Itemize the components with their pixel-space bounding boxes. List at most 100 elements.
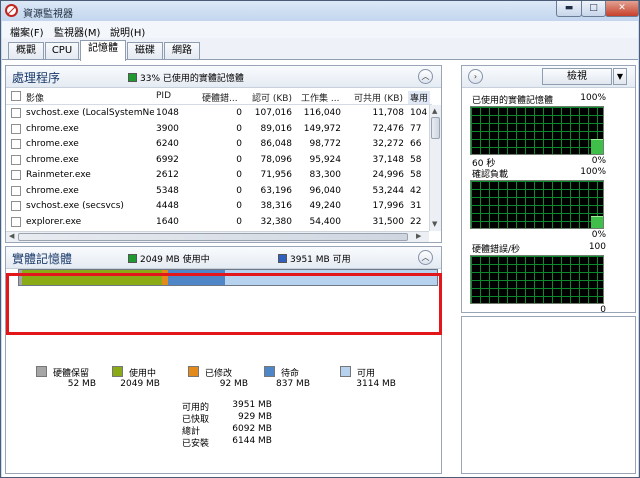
cell-image: explorer.exe (26, 216, 82, 227)
processes-panel: 處理程序 33% 已使用的實體記憶體 ︿ 影像 PID 硬體錯... 認可 (K… (5, 65, 442, 243)
cell-hard-faults: 0 (236, 185, 242, 196)
col-shareable[interactable]: 可共用 (KB) (354, 91, 403, 104)
cell-pid: 1048 (156, 108, 179, 118)
cell-hard-faults: 0 (236, 201, 242, 211)
cell-hard-faults: 0 (236, 123, 242, 134)
row-checkbox[interactable] (11, 185, 21, 196)
cell-shareable: 17,996 (372, 201, 405, 211)
legend-swatch (112, 366, 123, 377)
physical-memory-collapse-button[interactable]: ︿ (418, 250, 433, 265)
graphs-header: › 檢視 ▼ (462, 66, 635, 88)
cell-commit: 78,096 (260, 154, 293, 165)
table-row[interactable]: chrome.exe 6992 0 78,096 95,924 37,148 58 (6, 153, 432, 168)
table-row[interactable]: chrome.exe 5348 0 63,196 96,040 53,244 42 (6, 184, 432, 199)
processes-header[interactable]: 處理程序 33% 已使用的實體記憶體 ︿ (6, 66, 441, 88)
table-row[interactable]: svchost.exe (LocalSystemNe... 1048 0 107,01… (6, 106, 432, 121)
cell-working-set: 49,240 (309, 201, 342, 211)
legend-item-inuse: 使用中 2049 MB (112, 366, 192, 392)
processes-summary: 33% 已使用的實體記憶體 (128, 71, 244, 84)
title-bar: 資源監視器 ▬ □ ✕ (1, 1, 639, 21)
scroll-left-arrow-icon[interactable]: ◀ (9, 232, 14, 240)
tab-network[interactable]: 網路 (164, 42, 200, 60)
table-row[interactable]: Rainmeter.exe 2612 0 71,956 83,300 24,996 58 (6, 168, 432, 183)
row-checkbox[interactable] (11, 154, 21, 165)
cell-private: 58 (410, 154, 422, 165)
cell-working-set: 116,040 (303, 108, 341, 118)
menu-help[interactable]: 說明(H) (110, 24, 145, 39)
cell-private: 104 (410, 108, 428, 118)
tab-memory[interactable]: 記憶體 (80, 40, 126, 61)
scroll-down-arrow-icon[interactable]: ▼ (432, 220, 437, 228)
col-commit[interactable]: 認可 (KB) (252, 91, 292, 104)
scroll-right-arrow-icon[interactable]: ▶ (416, 232, 421, 240)
processes-hscroll-thumb[interactable] (18, 233, 408, 241)
cell-private: 77 (410, 123, 422, 134)
table-row[interactable]: chrome.exe 6240 0 86,048 98,772 32,272 66 (6, 137, 432, 152)
col-image[interactable]: 影像 (26, 91, 44, 104)
scroll-up-arrow-icon[interactable]: ▲ (432, 107, 437, 115)
memory-stat-row: 已安裝 6144 MB (182, 436, 272, 449)
memory-tab-content: 處理程序 33% 已使用的實體記憶體 ︿ 影像 PID 硬體錯... 認可 (K… (2, 59, 638, 477)
window-title: 資源監視器 (23, 9, 73, 20)
col-private[interactable]: 專用 (408, 91, 431, 104)
graph-level (591, 138, 603, 154)
cell-working-set: 96,040 (309, 185, 342, 196)
menu-file[interactable]: 檔案(F) (10, 24, 44, 39)
cell-shareable: 24,996 (372, 170, 405, 180)
col-hard-faults[interactable]: 硬體錯... (202, 91, 238, 104)
chevron-right-icon[interactable]: › (468, 69, 483, 84)
graph-max-label: 100% (580, 167, 606, 177)
memory-stat-row: 總計 6092 MB (182, 424, 272, 437)
cell-commit: 63,196 (260, 185, 293, 196)
tab-overview[interactable]: 概觀 (8, 42, 44, 60)
cell-shareable: 72,476 (372, 123, 405, 134)
cell-shareable: 37,148 (372, 154, 405, 165)
row-checkbox[interactable] (11, 139, 21, 149)
col-pid[interactable]: PID (156, 91, 171, 101)
processes-title: 處理程序 (12, 71, 61, 85)
minimize-button[interactable]: ▬ (556, 1, 582, 17)
row-checkbox[interactable] (11, 170, 21, 180)
physical-memory-header[interactable]: 實體記憶體 2049 MB 使用中 3951 MB 可用 ︿ (6, 247, 441, 269)
legend-item-free: 可用 3114 MB (340, 366, 420, 392)
cell-image: Rainmeter.exe (26, 170, 91, 180)
processes-hscroll[interactable]: ◀ ▶ (6, 231, 429, 242)
menu-monitor[interactable]: 監視器(M) (54, 24, 100, 39)
graph-right-footer: 0% (591, 230, 606, 240)
cell-pid: 6992 (156, 154, 179, 165)
processes-vscroll[interactable]: ▲ ▼ (429, 105, 441, 231)
maximize-button[interactable]: □ (581, 1, 606, 17)
table-row[interactable]: explorer.exe 1640 0 32,380 54,400 31,500 22 (6, 215, 432, 230)
row-checkbox[interactable] (11, 201, 21, 211)
table-row[interactable]: svchost.exe (secsvcs) 4448 0 38,316 49,240 17… (6, 199, 432, 214)
legend-swatch (36, 366, 47, 377)
stat-value: 929 MB (238, 412, 272, 422)
stat-label: 已安裝 (182, 439, 210, 449)
menu-bar: 檔案(F) 監視器(M) 說明(H) (2, 21, 638, 39)
cell-shareable: 53,244 (372, 185, 405, 196)
legend-value: 92 MB (219, 379, 248, 389)
tab-disk[interactable]: 磁碟 (127, 42, 163, 60)
tab-cpu[interactable]: CPU (45, 42, 79, 60)
cell-image: chrome.exe (26, 154, 79, 165)
view-button[interactable]: 檢視 (542, 68, 612, 85)
view-dropdown-arrow-icon[interactable]: ▼ (613, 68, 627, 85)
legend-value: 2049 MB (120, 379, 160, 389)
available-swatch (278, 254, 287, 263)
processes-vscroll-thumb[interactable] (431, 117, 440, 139)
row-checkbox[interactable] (11, 108, 21, 118)
select-all-checkbox[interactable] (11, 91, 21, 101)
row-checkbox[interactable] (11, 123, 21, 134)
col-working-set[interactable]: 工作集 ... (301, 91, 339, 104)
graph-title: 確認負載 (472, 170, 509, 180)
stat-value: 6092 MB (232, 424, 272, 434)
graph-title: 已使用的實體記憶體 (472, 96, 554, 106)
row-checkbox[interactable] (11, 216, 21, 227)
processes-collapse-button[interactable]: ︿ (418, 69, 433, 84)
highlight-box (6, 273, 442, 335)
cell-commit: 89,016 (260, 123, 293, 134)
close-button[interactable]: ✕ (605, 1, 639, 17)
legend-swatch (188, 366, 199, 377)
legend-item-standby: 待命 837 MB (264, 366, 344, 392)
table-row[interactable]: chrome.exe 3900 0 89,016 149,972 72,476 77 (6, 122, 432, 137)
